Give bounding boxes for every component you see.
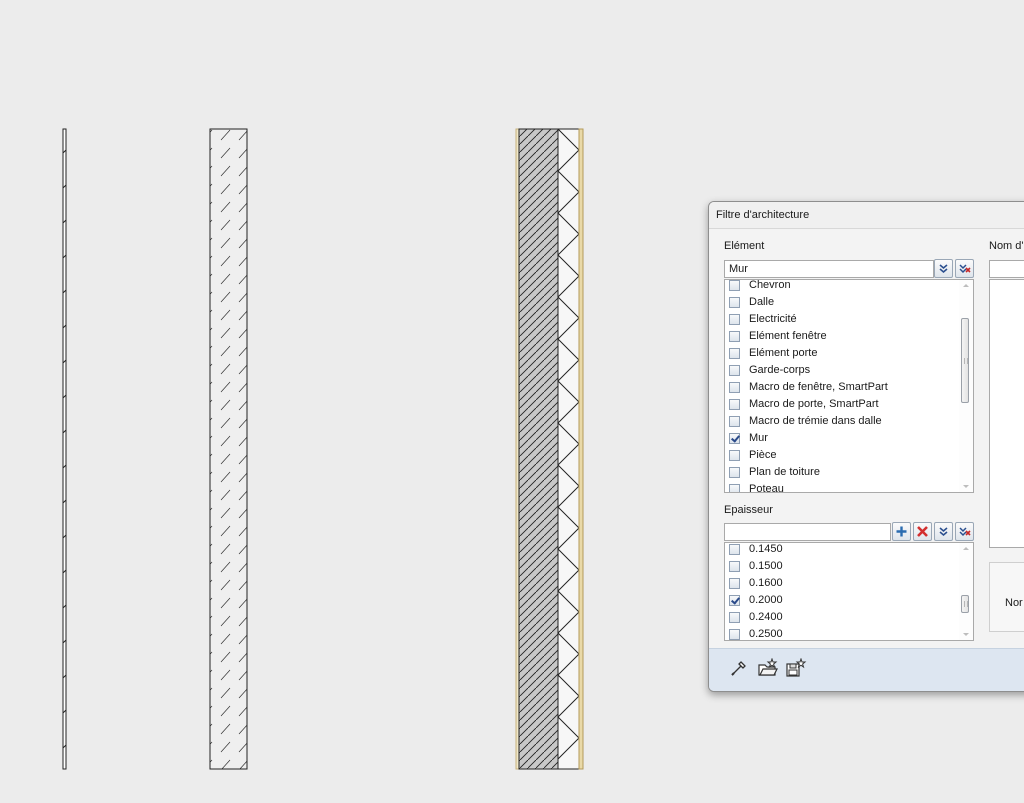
thickness-delete-button[interactable]	[913, 522, 932, 541]
thickness-list[interactable]: 0.2500 0.2400 0.2000 0.1600 0.1500 0.1450	[724, 542, 974, 641]
list-item-label: Dalle	[749, 296, 775, 308]
element-list[interactable]: Poteau Plan de toiture Pièce Mur Macro de tr…	[724, 279, 974, 493]
architecture-filter-dialog: Filtre d'architecture Elément Mur Poteau…	[708, 201, 1024, 692]
thickness-deselect-all-button[interactable]	[955, 522, 974, 541]
list-item-label: Plan de toiture	[749, 466, 820, 478]
thickness-list-scrollbar[interactable]	[959, 543, 973, 640]
list-item[interactable]: 0.1600	[725, 576, 959, 593]
hatched-wall-section[interactable]	[209, 128, 248, 770]
list-item[interactable]: Plan de toiture	[725, 465, 959, 482]
scroll-down-icon	[963, 485, 969, 488]
thickness-select-all-button[interactable]	[934, 522, 953, 541]
list-item[interactable]: Chevron	[725, 279, 959, 295]
list-item[interactable]: 0.2400	[725, 610, 959, 627]
list-item[interactable]: Elément porte	[725, 346, 959, 363]
checkbox[interactable]	[729, 484, 740, 492]
list-item-label: Chevron	[749, 279, 791, 291]
checkbox[interactable]	[729, 467, 740, 478]
element-combo[interactable]: Mur	[724, 260, 934, 278]
list-item-label: 0.1450	[749, 543, 783, 555]
list-item[interactable]: Macro de trémie dans dalle	[725, 414, 959, 431]
composite-wall-section[interactable]	[515, 128, 584, 770]
scroll-up-icon	[963, 547, 969, 550]
checkbox[interactable]	[729, 331, 740, 342]
checkbox[interactable]	[729, 416, 740, 427]
element-select-all-button[interactable]	[934, 259, 953, 278]
checkbox[interactable]	[729, 314, 740, 325]
list-item-label: 0.1500	[749, 560, 783, 572]
plus-icon	[895, 525, 908, 538]
element-deselect-all-button[interactable]	[955, 259, 974, 278]
checkbox[interactable]	[729, 612, 740, 623]
list-item-label: Electricité	[749, 313, 797, 325]
list-item-label: 0.2400	[749, 611, 783, 623]
list-item-label: Elément porte	[749, 347, 818, 359]
name-combo[interactable]	[989, 260, 1024, 278]
checkbox[interactable]	[729, 544, 740, 555]
list-item-label: 0.2500	[749, 628, 783, 640]
dialog-bottom-toolbar	[709, 648, 1024, 691]
checkbox[interactable]	[729, 433, 740, 444]
list-item[interactable]: 0.1500	[725, 559, 959, 576]
thickness-list-scroll-thumb[interactable]	[961, 595, 969, 613]
scroll-down-icon	[963, 633, 969, 636]
list-item-label: 0.2000	[749, 594, 783, 606]
list-item-label: Poteau	[749, 483, 784, 493]
checkbox[interactable]	[729, 629, 740, 640]
double-chevron-cross-icon	[958, 262, 971, 275]
folder-star-icon[interactable]	[757, 657, 778, 678]
list-item[interactable]: Poteau	[725, 482, 959, 493]
list-item[interactable]: Dalle	[725, 295, 959, 312]
list-item-label: 0.1600	[749, 577, 783, 589]
thin-wall-section[interactable]	[62, 128, 67, 770]
thickness-combo[interactable]	[724, 523, 891, 541]
list-item-label: Mur	[749, 432, 768, 444]
double-chevron-check-icon	[937, 525, 950, 538]
list-item-label: Macro de porte, SmartPart	[749, 398, 879, 410]
list-item[interactable]: Garde-corps	[725, 363, 959, 380]
list-item[interactable]: Macro de fenêtre, SmartPart	[725, 380, 959, 397]
list-item[interactable]: Mur	[725, 431, 959, 448]
list-item-label: Garde-corps	[749, 364, 811, 376]
checkbox[interactable]	[729, 595, 740, 606]
checkbox[interactable]	[729, 348, 740, 359]
checkbox[interactable]	[729, 561, 740, 572]
element-list-scroll-thumb[interactable]	[961, 318, 969, 403]
dialog-title-bar[interactable]: Filtre d'architecture	[709, 202, 1024, 229]
scroll-up-icon	[963, 284, 969, 287]
list-item[interactable]: Elément fenêtre	[725, 329, 959, 346]
thickness-add-button[interactable]	[892, 522, 911, 541]
thickness-section-label: Epaisseur	[724, 504, 773, 516]
checkbox[interactable]	[729, 578, 740, 589]
list-item-label: Macro de fenêtre, SmartPart	[749, 381, 888, 393]
dialog-title: Filtre d'architecture	[716, 209, 810, 221]
list-item[interactable]: Electricité	[725, 312, 959, 329]
save-star-icon[interactable]	[785, 657, 807, 678]
double-chevron-cross-icon	[958, 525, 971, 538]
name-details-panel: Nor	[989, 562, 1024, 632]
name-field-label: Nor	[1005, 597, 1023, 609]
element-section-label: Elément	[724, 240, 765, 252]
list-item[interactable]: 0.2500	[725, 627, 959, 640]
checkbox[interactable]	[729, 450, 740, 461]
list-item[interactable]: Macro de porte, SmartPart	[725, 397, 959, 414]
list-item-label: Elément fenêtre	[749, 330, 827, 342]
element-list-scrollbar[interactable]	[959, 280, 973, 492]
list-item-label: Macro de trémie dans dalle	[749, 415, 882, 427]
list-item[interactable]: 0.1450	[725, 543, 959, 559]
name-section-label: Nom d'	[989, 240, 1024, 252]
checkbox[interactable]	[729, 382, 740, 393]
double-chevron-check-icon	[937, 262, 950, 275]
list-item[interactable]: 0.2000	[725, 593, 959, 610]
red-x-icon	[916, 525, 929, 538]
checkbox[interactable]	[729, 297, 740, 308]
eyedropper-icon[interactable]	[729, 658, 749, 678]
checkbox[interactable]	[729, 280, 740, 291]
list-item-label: Pièce	[749, 449, 777, 461]
name-list[interactable]	[989, 279, 1024, 548]
checkbox[interactable]	[729, 399, 740, 410]
element-combo-value: Mur	[729, 263, 748, 275]
checkbox[interactable]	[729, 365, 740, 376]
list-item[interactable]: Pièce	[725, 448, 959, 465]
